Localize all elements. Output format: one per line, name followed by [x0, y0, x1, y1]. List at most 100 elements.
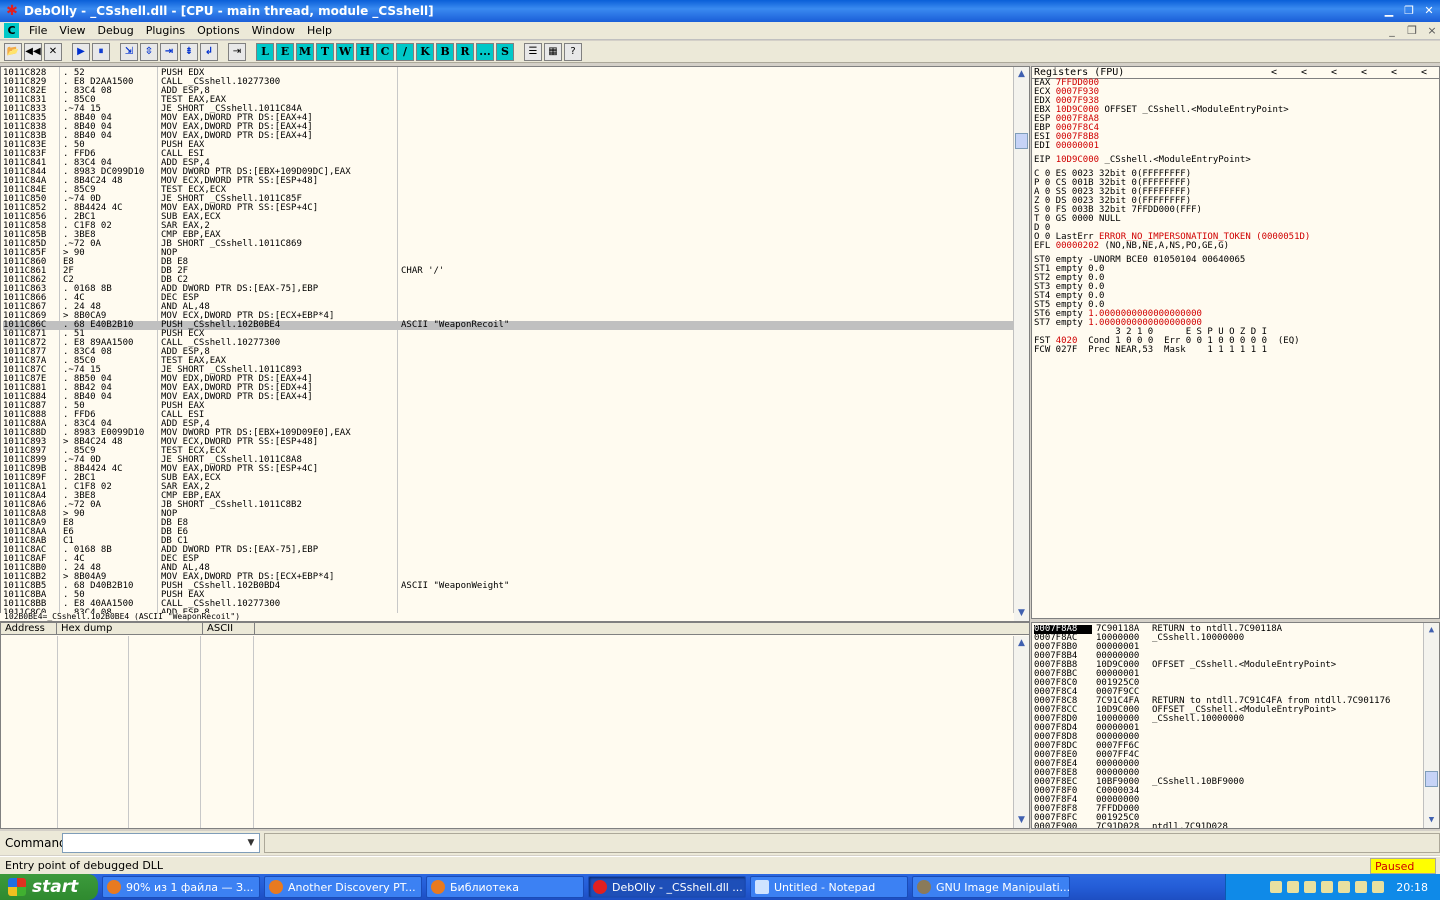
disasm-row[interactable]: 1011C831. 85C0 TEST EAX,EAX	[3, 96, 1013, 105]
disasm-row[interactable]: 1011C84E. 85C9 TEST ECX,ECX	[3, 186, 1013, 195]
stack-row[interactable]: 0007F8EC 10BF9000 _CSshell.10BF9000	[1034, 778, 1390, 787]
disasm-row[interactable]: 1011C833 .~74 15 JE SHORT _CSshell.1011C84…	[3, 105, 1013, 114]
appearance-icon[interactable]: ▦	[544, 42, 562, 61]
close-button[interactable]: ✕	[1420, 3, 1438, 19]
run-trace-window-button[interactable]: ...	[476, 42, 494, 61]
taskbar-item-notepad[interactable]: Untitled - Notepad	[750, 876, 908, 898]
disasm-row[interactable]: 1011C897. 85C9 TEST ECX,ECX	[3, 447, 1013, 456]
taskbar-item-debolly[interactable]: DebOlly - _CSshell.dll ...	[588, 876, 746, 898]
trace-over-icon[interactable]: ⇟	[180, 42, 198, 61]
disasm-row[interactable]: 1011C828. 52 PUSH EDX	[3, 69, 1013, 78]
scroll-down-icon[interactable]: ▼	[1424, 813, 1439, 828]
stack-row[interactable]: 0007F8F4 00000000	[1034, 796, 1390, 805]
chevron-left-icon[interactable]: <	[1409, 67, 1439, 78]
taskbar-item-firefox-download[interactable]: 90% из 1 файла — З...	[102, 876, 260, 898]
disasm-row[interactable]: 1011C88D. 8983 E0099D10 MOV DWORD PTR DS:…	[3, 429, 1013, 438]
chevron-left-icon[interactable]: <	[1289, 67, 1319, 78]
disasm-row[interactable]: 1011C844. 8983 DC099D10 MOV DWORD PTR DS:…	[3, 168, 1013, 177]
record-icon[interactable]	[1372, 881, 1385, 893]
memory-window-button[interactable]: M	[296, 42, 314, 61]
disasm-row[interactable]: 1011C850 .~74 0D JE SHORT _CSshell.1011C85…	[3, 195, 1013, 204]
goto-icon[interactable]: ⇥	[228, 42, 246, 61]
minimize-button[interactable]: ▁	[1380, 3, 1398, 19]
network-icon[interactable]	[1287, 881, 1300, 893]
menu-file[interactable]: File	[23, 24, 53, 37]
chevron-left-icon[interactable]: <	[1379, 67, 1409, 78]
stack-row[interactable]: 0007F8C0 001925C0	[1034, 679, 1390, 688]
stack-row[interactable]: 0007F8E0 0007FF4C	[1034, 751, 1390, 760]
log-window-button[interactable]: L	[256, 42, 274, 61]
stack-row[interactable]: 0007F8D0 10000000 _CSshell.10000000	[1034, 715, 1390, 724]
stack-row[interactable]: 0007F8F0 C0000034	[1034, 787, 1390, 796]
restart-icon[interactable]: ◀◀	[24, 42, 42, 61]
disasm-row[interactable]: 1011C8B0. 24 48 AND AL,48	[3, 564, 1013, 573]
eip-row[interactable]: EIP 10D9C000 _CSshell.<ModuleEntryPoint>	[1032, 156, 1439, 165]
disasm-row[interactable]: 1011C85D .~72 0A JB SHORT _CSshell.1011C86…	[3, 240, 1013, 249]
disasm-row[interactable]: 1011C8AB C1 DB C1	[3, 537, 1013, 546]
scroll-up-icon[interactable]: ▲	[1424, 623, 1439, 638]
disasm-row[interactable]: 1011C893 > 8B4C24 48 MOV ECX,DWORD PTR SS:…	[3, 438, 1013, 447]
disasm-row[interactable]: 1011C829. E8 D2AA1500 CALL _CSshell.10277…	[3, 78, 1013, 87]
disasm-row[interactable]: 1011C8AC. 0168 8B ADD DWORD PTR DS:[EAX-7…	[3, 546, 1013, 555]
bluetooth-icon[interactable]	[1321, 881, 1334, 893]
stack-pane[interactable]: 0007F8A8 7C90118A RETURN to ntdll.7C90118A…	[1031, 622, 1440, 829]
disasm-row[interactable]: 1011C856. 2BC1 SUB EAX,ECX	[3, 213, 1013, 222]
disasm-row[interactable]: 1011C877. 83C4 08 ADD ESP,8	[3, 348, 1013, 357]
dump-header-ascii[interactable]: ASCII	[203, 623, 255, 634]
threads-window-button[interactable]: T	[316, 42, 334, 61]
disasm-row[interactable]: 1011C83F. FFD6 CALL ESI	[3, 150, 1013, 159]
disasm-row[interactable]: 1011C841. 83C4 04 ADD ESP,4	[3, 159, 1013, 168]
help-icon[interactable]: ?	[564, 42, 582, 61]
disasm-row[interactable]: 1011C89F. 2BC1 SUB EAX,ECX	[3, 474, 1013, 483]
taskbar-item-firefox-discovery[interactable]: Another Discovery PT...	[264, 876, 422, 898]
stack-row[interactable]: 0007F8B0 00000001	[1034, 643, 1390, 652]
disasm-row[interactable]: 1011C8B5. 68 D40B2B10 PUSH _CSshell.102B0…	[3, 582, 1013, 591]
printer-icon[interactable]	[1338, 881, 1351, 893]
fcw-row[interactable]: FCW 027F Prec NEAR,53 Mask 1 1 1 1 1 1	[1032, 346, 1439, 355]
stack-row[interactable]: 0007F8DC 0007FF6C	[1034, 742, 1390, 751]
cpu-window-icon[interactable]: C	[4, 23, 19, 38]
disasm-row[interactable]: 1011C83B. 8B40 04 MOV EAX,DWORD PTR DS:[E…	[3, 132, 1013, 141]
stack-row[interactable]: 0007F8E4 00000000	[1034, 760, 1390, 769]
disasm-row[interactable]: 1011C888. FFD6 CALL ESI	[3, 411, 1013, 420]
disassembly-scrollbar[interactable]: ▲ ▼	[1013, 67, 1029, 621]
disasm-row[interactable]: 1011C861 2F DB 2F CHAR '/'	[3, 267, 1013, 276]
registers-header[interactable]: Registers (FPU)	[1034, 67, 1124, 78]
open-icon[interactable]: 📂	[4, 42, 22, 61]
stack-row[interactable]: 0007F900 7C91D028 ntdll.7C91D028	[1034, 823, 1390, 829]
menu-options[interactable]: Options	[191, 24, 245, 37]
disasm-row[interactable]: 1011C867. 24 48 AND AL,48	[3, 303, 1013, 312]
restore-button[interactable]: ❐	[1400, 3, 1418, 19]
disasm-row[interactable]: 1011C887. 50 PUSH EAX	[3, 402, 1013, 411]
references-window-button[interactable]: R	[456, 42, 474, 61]
disasm-row[interactable]: 1011C835. 8B40 04 MOV EAX,DWORD PTR DS:[E…	[3, 114, 1013, 123]
trace-into-icon[interactable]: ⇥	[160, 42, 178, 61]
flag-row[interactable]: T 0 GS 0000 NULL	[1032, 215, 1439, 224]
handles-window-button[interactable]: H	[356, 42, 374, 61]
run-icon[interactable]: ▶	[72, 42, 90, 61]
disasm-row[interactable]: 1011C88A. 83C4 04 ADD ESP,4	[3, 420, 1013, 429]
disasm-row[interactable]: 1011C863. 0168 8B ADD DWORD PTR DS:[EAX-7…	[3, 285, 1013, 294]
source-window-button[interactable]: S	[496, 42, 514, 61]
disasm-row[interactable]: 1011C838. 8B40 04 MOV EAX,DWORD PTR DS:[E…	[3, 123, 1013, 132]
disasm-row[interactable]: 1011C8A4. 3BE8 CMP EBP,EAX	[3, 492, 1013, 501]
disasm-row[interactable]: 1011C8A1. C1F8 02 SAR EAX,2	[3, 483, 1013, 492]
chevron-left-icon[interactable]: <	[1319, 67, 1349, 78]
chevron-left-icon[interactable]: <	[1349, 67, 1379, 78]
disasm-row[interactable]: 1011C85F > 90 NOP	[3, 249, 1013, 258]
volume-icon[interactable]	[1355, 881, 1368, 893]
scroll-down-icon[interactable]: ▼	[1014, 813, 1029, 828]
disasm-row[interactable]: 1011C82E. 83C4 08 ADD ESP,8	[3, 87, 1013, 96]
menu-window[interactable]: Window	[246, 24, 301, 37]
pause-icon[interactable]: ⏸	[92, 42, 110, 61]
taskbar-item-gimp[interactable]: GNU Image Manipulati...	[912, 876, 1070, 898]
disasm-row[interactable]: 1011C87C .~74 15 JE SHORT _CSshell.1011C89…	[3, 366, 1013, 375]
chevron-down-icon[interactable]: ▼	[243, 834, 259, 852]
menu-view[interactable]: View	[53, 24, 91, 37]
disasm-row[interactable]: 1011C852. 8B4424 4C MOV EAX,DWORD PTR SS:…	[3, 204, 1013, 213]
menu-debug[interactable]: Debug	[92, 24, 140, 37]
stack-row[interactable]: 0007F8D8 00000000	[1034, 733, 1390, 742]
stack-scrollbar[interactable]: ▲ ▼	[1423, 623, 1439, 828]
register-row[interactable]: EDI 00000001	[1032, 142, 1439, 151]
child-close-button[interactable]: ×	[1424, 24, 1440, 37]
